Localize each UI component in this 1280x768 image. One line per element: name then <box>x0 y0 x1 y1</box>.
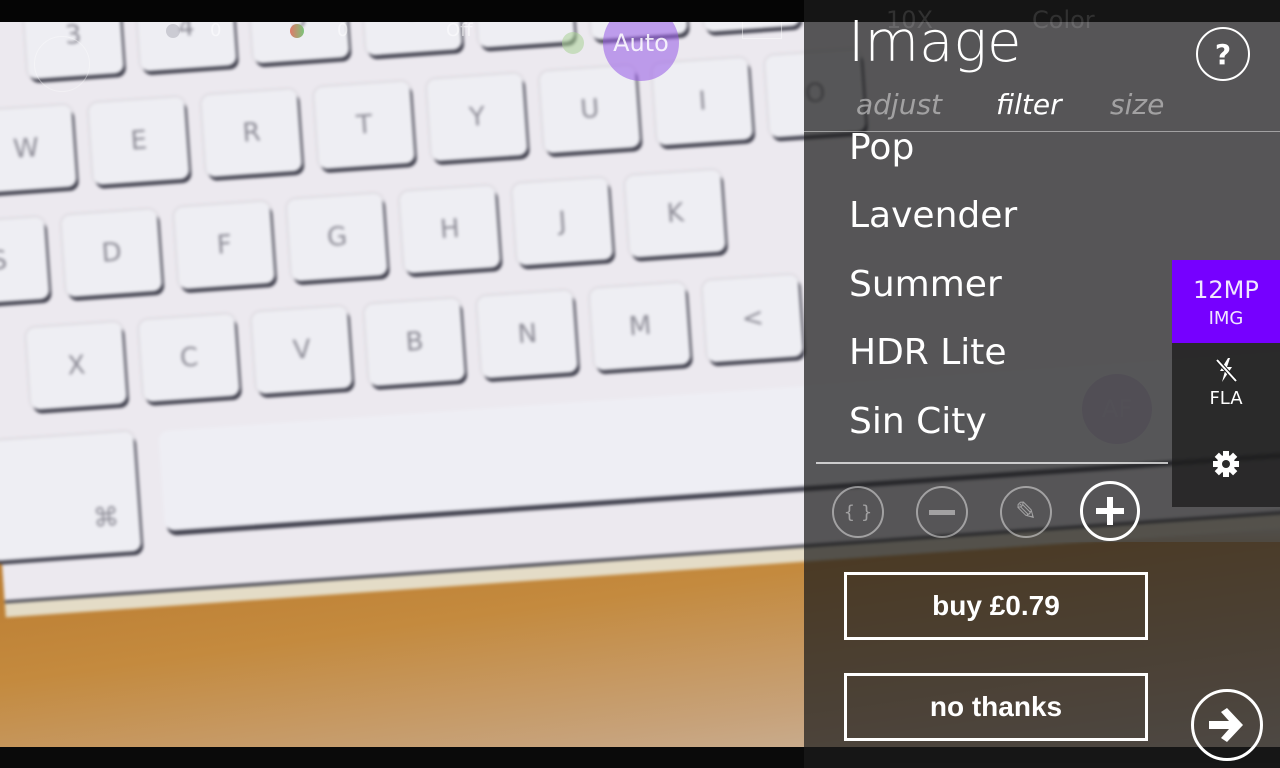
help-icon: ? <box>1214 37 1232 71</box>
page-title: Image <box>848 10 1022 75</box>
shutter-ring-icon[interactable] <box>34 36 90 92</box>
keyboard-key: K <box>624 169 727 258</box>
filter-item-pop[interactable]: Pop <box>849 132 914 170</box>
keyboard-key-command: ⌘ <box>0 431 142 562</box>
remove-button[interactable] <box>916 486 968 538</box>
edit-button[interactable]: ✎ <box>1000 486 1052 538</box>
keyboard-key: B <box>363 297 466 387</box>
tab-filter[interactable]: filter <box>996 88 1062 121</box>
keyboard-key: H <box>399 185 501 274</box>
filter-item-sin-city[interactable]: Sin City <box>849 400 987 444</box>
white-balance-value: 0 <box>337 20 349 41</box>
tab-adjust[interactable]: adjust <box>856 88 942 121</box>
keyboard-key: V <box>251 305 353 395</box>
keyboard-key: R <box>200 88 303 178</box>
filter-item-lavender[interactable]: Lavender <box>849 194 1017 238</box>
flash-label: FLA <box>1209 388 1243 409</box>
keyboard-key: G <box>286 193 388 282</box>
keyboard-key: < <box>702 274 804 363</box>
flash-off-icon <box>1215 358 1238 383</box>
keyboard-key: C <box>138 313 240 403</box>
resolution-type: IMG <box>1208 308 1244 329</box>
next-button[interactable] <box>1191 689 1263 761</box>
no-thanks-button[interactable]: no thanks <box>844 673 1148 741</box>
filter-item-hdr-lite[interactable]: HDR Lite <box>849 331 1007 375</box>
add-button[interactable] <box>1080 481 1140 541</box>
arrow-right-icon <box>1209 708 1243 742</box>
keyboard-key: D <box>60 208 163 298</box>
gear-icon[interactable] <box>1212 450 1240 478</box>
keyboard-key: J <box>511 177 614 266</box>
minus-icon <box>929 509 955 515</box>
list-divider <box>816 462 1168 464</box>
plus-icon <box>1096 497 1124 525</box>
color-mode: Color <box>1032 6 1095 34</box>
flash-state[interactable]: Off <box>446 20 473 41</box>
tab-size[interactable]: size <box>1110 88 1164 121</box>
keyboard-key: E <box>88 96 190 186</box>
exposure-icon[interactable] <box>166 24 180 38</box>
keyboard-key: X <box>25 321 128 411</box>
keyboard-key: N <box>476 290 579 379</box>
keyboard-key: W <box>0 104 77 194</box>
help-button[interactable]: ? <box>1196 27 1250 81</box>
filter-item-summer[interactable]: Summer <box>849 263 1002 307</box>
white-balance-icon[interactable] <box>290 24 304 38</box>
code-icon: { } <box>843 501 873 523</box>
resolution-value: 12MP <box>1193 276 1259 304</box>
exposure-value: 0 <box>210 20 222 41</box>
scene-icon[interactable] <box>562 32 584 54</box>
filter-list[interactable]: Pop Lavender Summer HDR Lite Sin City <box>804 132 1172 460</box>
buy-button[interactable]: buy £0.79 <box>844 572 1148 640</box>
keyboard-key: T <box>313 80 416 170</box>
keyboard-key: S <box>0 216 50 306</box>
keyboard-key: F <box>173 200 276 290</box>
pencil-icon: ✎ <box>1015 497 1037 527</box>
flash-button[interactable]: FLA <box>1172 356 1280 416</box>
keyboard-key: M <box>589 282 691 371</box>
code-button[interactable]: { } <box>832 486 884 538</box>
resolution-button[interactable]: 12MP IMG <box>1172 260 1280 343</box>
